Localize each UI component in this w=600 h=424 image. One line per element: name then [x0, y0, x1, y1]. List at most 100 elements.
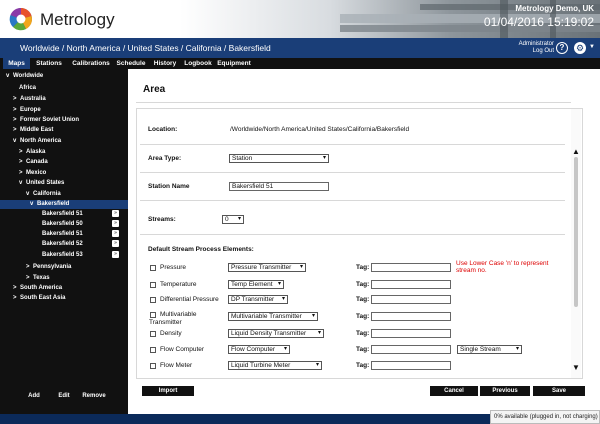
location-label: Location: — [148, 126, 178, 133]
add-button[interactable]: Add — [20, 391, 48, 401]
differential-pressure-select[interactable]: DP Transmitter ▾ — [228, 295, 288, 304]
flow-computer-tag-input[interactable] — [371, 345, 451, 354]
tree-node-label: Alaska — [26, 149, 46, 155]
temperature-tag-input[interactable] — [371, 280, 451, 289]
chevron-right-icon: > — [13, 127, 17, 133]
cancel-button[interactable]: Cancel — [430, 386, 478, 396]
section-divider — [140, 200, 565, 201]
tree-node-europe[interactable]: > Europe — [13, 106, 41, 115]
tab-history[interactable]: History — [150, 58, 180, 69]
differential-pressure-checkbox[interactable] — [150, 297, 156, 303]
tag-label: Tag: — [356, 281, 370, 288]
tree-node-mexico[interactable]: > Mexico — [19, 169, 46, 178]
previous-button[interactable]: Previous — [480, 386, 530, 396]
breadcrumb-bar: Worldwide / North America / United State… — [0, 38, 600, 58]
settings-caret-icon[interactable]: ▼ — [589, 44, 595, 50]
station-open-icon[interactable]: » — [112, 230, 119, 237]
remove-button[interactable]: Remove — [78, 391, 110, 401]
tree-node-south-east-asia[interactable]: > South East Asia — [13, 294, 65, 303]
chevron-right-icon: > — [13, 117, 17, 123]
multivariable-label: Multivariable — [160, 311, 197, 318]
chevron-down-icon: ▾ — [317, 330, 321, 336]
tree-node-label: South America — [20, 285, 63, 291]
station-item[interactable]: Bakersfield 52 — [42, 239, 83, 249]
tab-stations[interactable]: Stations — [32, 58, 66, 69]
tree-node-label: Worldwide — [13, 73, 44, 79]
streams-select[interactable]: 0 ▾ — [222, 215, 244, 224]
tree-node-north-america[interactable]: v North America — [13, 137, 61, 146]
tree-node-south-america[interactable]: > South America — [13, 284, 62, 293]
temperature-select[interactable]: Temp Element ▾ — [228, 280, 284, 289]
station-open-icon[interactable]: » — [112, 220, 119, 227]
save-button[interactable]: Save — [533, 386, 585, 396]
density-tag-input[interactable] — [371, 329, 451, 338]
station-item[interactable]: Bakersfield 51 — [42, 209, 83, 219]
tab-calibrations[interactable]: Calibrations — [68, 58, 114, 69]
differential-pressure-select-value: DP Transmitter — [231, 296, 275, 303]
flow-meter-checkbox[interactable] — [150, 363, 156, 369]
flow-computer-select[interactable]: Flow Computer ▾ — [228, 345, 290, 354]
form-scrollbar[interactable]: ▲ ▼ — [571, 109, 581, 378]
tab-logbook[interactable]: Logbook — [182, 58, 214, 69]
tree-node-worldwide[interactable]: v Worldwide — [6, 72, 43, 81]
tree-node-california[interactable]: v California — [26, 190, 61, 199]
differential-pressure-tag-input[interactable] — [371, 295, 451, 304]
station-open-icon[interactable]: » — [112, 240, 119, 247]
multivariable-checkbox[interactable] — [150, 312, 156, 318]
station-item[interactable]: Bakersfield 53 — [42, 250, 83, 260]
station-item[interactable]: Bakersfield 50 — [42, 219, 83, 229]
chevron-down-icon: ▾ — [322, 155, 326, 161]
tree-node-pennsylvania[interactable]: > Pennsylvania — [26, 263, 71, 272]
flow-meter-tag-input[interactable] — [371, 361, 451, 370]
pressure-tag-input[interactable] — [371, 263, 451, 272]
tree-node-africa[interactable]: Africa — [19, 84, 36, 93]
pressure-select[interactable]: Pressure Transmitter ▾ — [228, 263, 306, 272]
tree-node-australia[interactable]: > Australia — [13, 95, 46, 104]
tree-node-label: Pennsylvania — [33, 264, 72, 270]
chevron-down-icon: v — [13, 138, 17, 144]
tree-node-alaska[interactable]: > Alaska — [19, 148, 45, 157]
flow-meter-select[interactable]: Liquid Turbine Meter ▾ — [228, 361, 322, 370]
tag-label: Tag: — [356, 264, 370, 271]
edit-button[interactable]: Edit — [50, 391, 78, 401]
station-open-icon[interactable]: » — [112, 210, 119, 217]
stream-mode-select[interactable]: Single Stream ▾ — [457, 345, 522, 354]
station-open-icon[interactable]: » — [112, 251, 119, 258]
multivariable-tag-input[interactable] — [371, 312, 451, 321]
import-button[interactable]: Import — [142, 386, 194, 396]
pressure-checkbox[interactable] — [150, 265, 156, 271]
tree-node-label: Africa — [19, 85, 37, 91]
area-type-value: Station — [232, 155, 253, 162]
area-type-select[interactable]: Station ▾ — [229, 154, 329, 163]
multivariable-select[interactable]: Multivariable Transmitter ▾ — [228, 312, 318, 321]
temperature-checkbox[interactable] — [150, 282, 156, 288]
station-name-input[interactable]: Bakersfield 51 — [229, 182, 329, 191]
station-item[interactable]: Bakersfield 51 — [42, 229, 83, 239]
pressure-label: Pressure — [160, 264, 187, 271]
tree-node-middle-east[interactable]: > Middle East — [13, 126, 53, 135]
breadcrumb[interactable]: Worldwide / North America / United State… — [20, 43, 271, 53]
form-scroll-area: Location: /Worldwide/North America/Unite… — [136, 108, 583, 379]
tree-node-texas[interactable]: > Texas — [26, 274, 50, 283]
tag-label: Tag: — [356, 362, 370, 369]
temperature-select-value: Temp Element — [231, 281, 273, 288]
tab-schedule[interactable]: Schedule — [114, 58, 148, 69]
density-checkbox[interactable] — [150, 331, 156, 337]
help-icon[interactable]: ? — [556, 42, 568, 54]
flow-computer-label: Flow Computer — [160, 346, 205, 353]
scroll-down-icon[interactable]: ▼ — [572, 363, 580, 372]
tag-label: Tag: — [356, 330, 370, 337]
tree-node-canada[interactable]: > Canada — [19, 158, 48, 167]
scroll-thumb[interactable] — [574, 157, 578, 307]
flow-computer-checkbox[interactable] — [150, 347, 156, 353]
density-select[interactable]: Liquid Density Transmitter ▾ — [228, 329, 324, 338]
logout-link[interactable]: Log Out — [519, 48, 554, 55]
tree-node-bakersfield[interactable]: v Bakersfield — [30, 200, 69, 209]
settings-gear-icon[interactable]: ⚙ — [574, 42, 586, 54]
section-divider — [140, 234, 565, 235]
tree-node-united-states[interactable]: v United States — [19, 179, 64, 188]
tree-node-former-soviet-union[interactable]: > Former Soviet Union — [13, 116, 79, 125]
tab-maps[interactable]: Maps — [3, 58, 30, 69]
scroll-up-icon[interactable]: ▲ — [572, 147, 580, 156]
tab-equipment[interactable]: Equipment — [215, 58, 253, 69]
